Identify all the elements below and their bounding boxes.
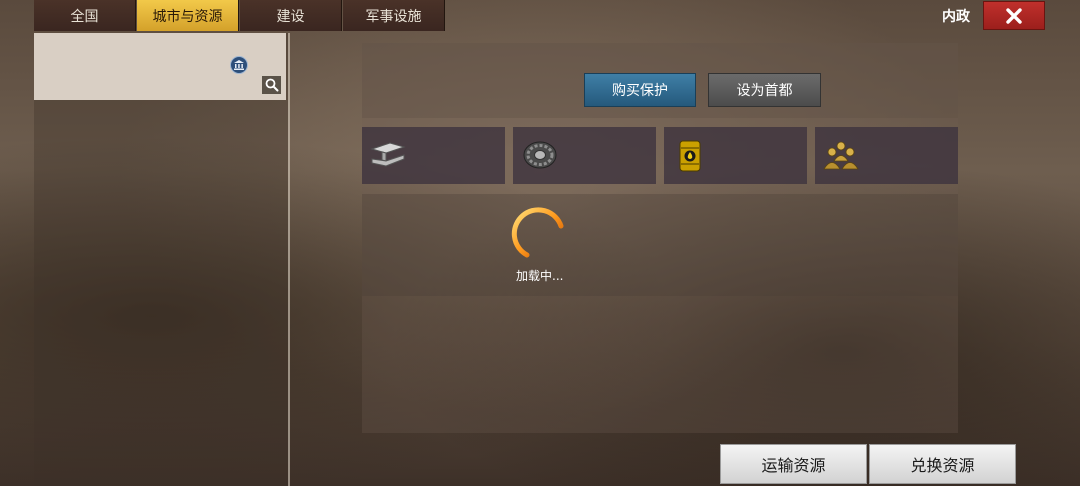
buy-protection-button[interactable]: 购买保护 [584, 73, 696, 107]
resource-row [362, 127, 958, 184]
transport-resources-button[interactable]: 运输资源 [720, 444, 867, 484]
capitol-building-icon [230, 56, 248, 74]
search-button[interactable] [261, 75, 282, 95]
panel-divider [288, 33, 290, 486]
resource-oil[interactable] [664, 127, 807, 184]
city-card[interactable] [34, 33, 286, 100]
set-capital-button[interactable]: 设为首都 [708, 73, 821, 107]
exchange-resources-button[interactable]: 兑换资源 [869, 444, 1016, 484]
population-icon [823, 141, 859, 170]
loading-area: 加载中... [362, 194, 958, 296]
tab-military[interactable]: 军事设施 [343, 0, 445, 31]
search-icon [265, 78, 278, 92]
loading-spinner-icon [511, 207, 564, 258]
tab-cities-resources[interactable]: 城市与资源 [137, 0, 239, 31]
resource-steel[interactable] [362, 127, 505, 184]
oil-barrel-icon [679, 140, 701, 172]
close-icon [1006, 7, 1022, 24]
resource-population[interactable] [815, 127, 958, 184]
domestic-affairs-screen: 全国 城市与资源 建设 军事设施 内政 购买保护 设为首都 加载中... 运输资… [0, 0, 1080, 486]
tab-bar: 全国 城市与资源 建设 军事设施 [34, 0, 446, 31]
resource-rubber[interactable] [513, 127, 656, 184]
tire-icon [523, 141, 557, 169]
page-title: 内政 [942, 9, 970, 25]
action-row: 购买保护 设为首都 [362, 43, 958, 118]
tab-construction[interactable]: 建设 [240, 0, 342, 31]
city-detail-panel: 购买保护 设为首都 加载中... [362, 43, 958, 433]
loading-text: 加载中... [516, 269, 564, 283]
close-button[interactable] [983, 1, 1045, 30]
steel-beam-icon [370, 142, 406, 167]
city-list-panel [34, 33, 288, 486]
tab-nation[interactable]: 全国 [34, 0, 136, 31]
